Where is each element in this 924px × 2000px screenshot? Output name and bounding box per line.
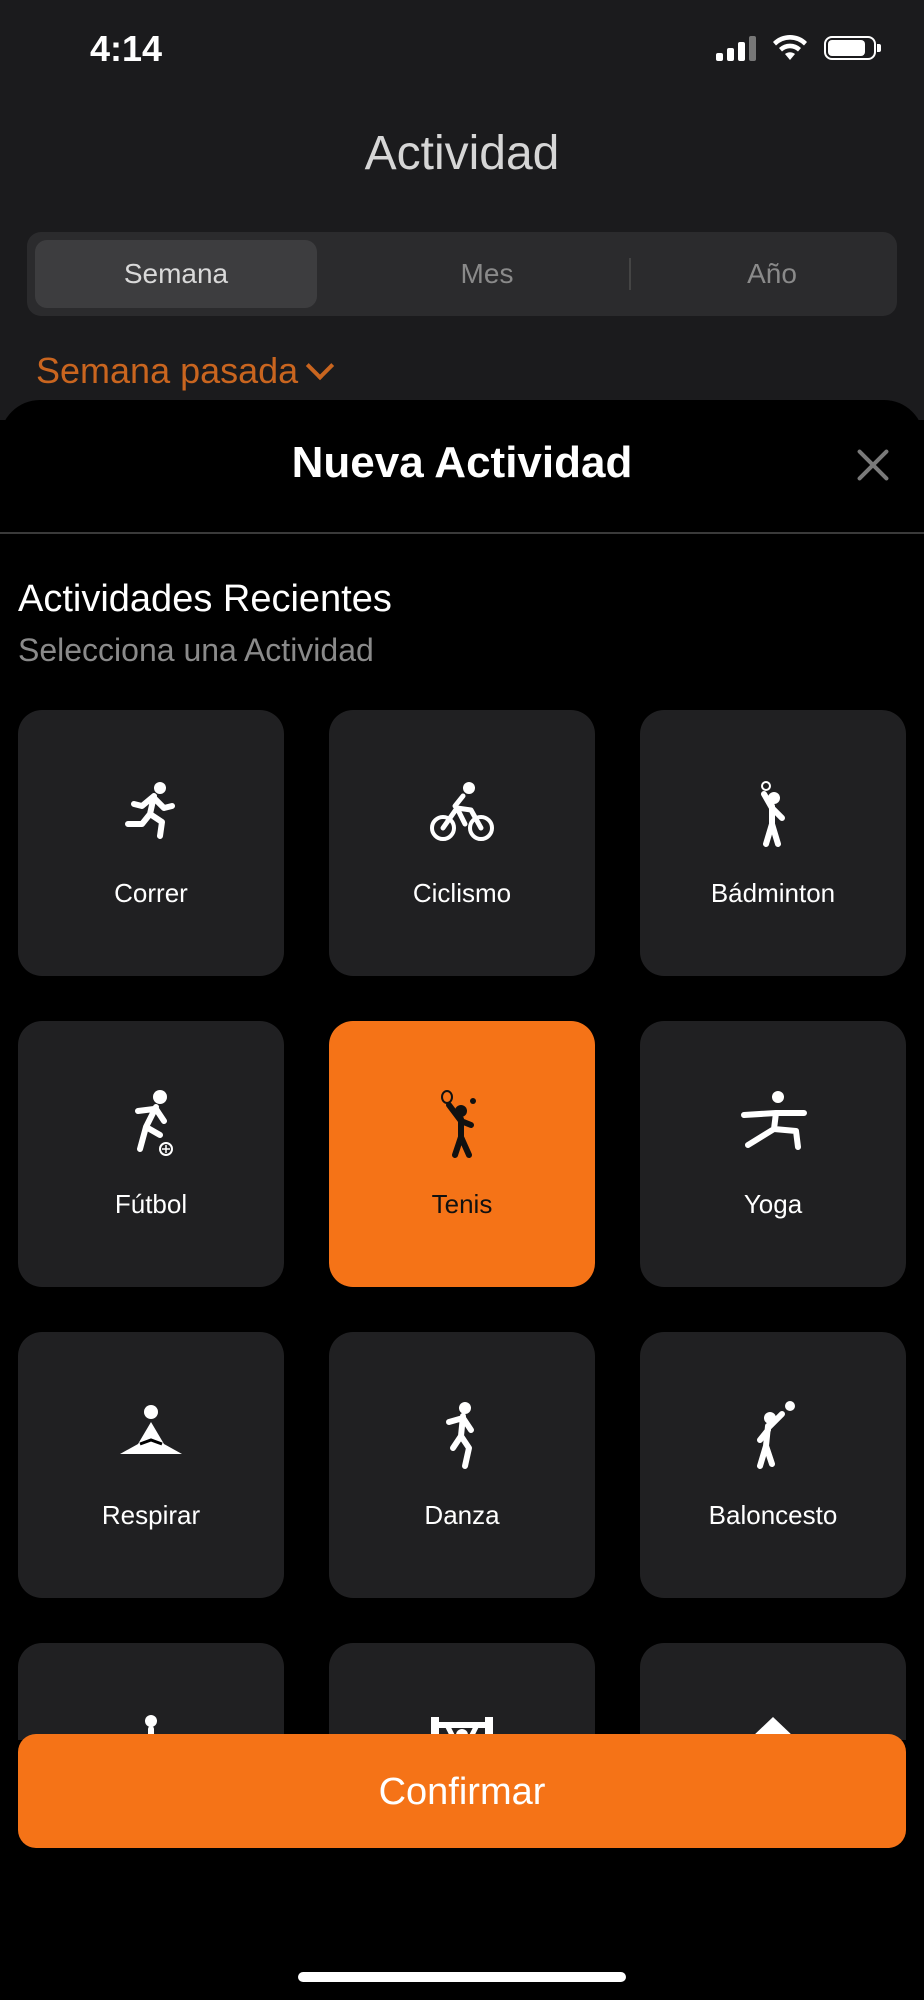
activity-tile-badminton[interactable]: Bádminton	[640, 710, 906, 976]
sheet-title: Nueva Actividad	[291, 438, 633, 487]
section-title: Actividades Recientes	[18, 578, 392, 620]
activity-tile-baloncesto[interactable]: Baloncesto	[640, 1332, 906, 1598]
period-segmented-control: Semana Mes Año	[27, 232, 897, 316]
activity-tile-partial-3[interactable]	[640, 1643, 906, 1740]
signal-icon	[716, 35, 756, 61]
tile-label: Ciclismo	[412, 878, 512, 908]
divider	[0, 532, 924, 534]
tennis-icon	[329, 1089, 595, 1159]
confirm-button[interactable]: Confirmar	[18, 1734, 906, 1848]
activity-tile-ciclismo[interactable]: Ciclismo	[329, 710, 595, 976]
status-icons	[716, 34, 881, 62]
tile-label: Yoga	[743, 1189, 803, 1219]
section-subtitle: Selecciona una Actividad	[18, 632, 374, 668]
segment-year[interactable]: Año	[631, 240, 913, 308]
activity-tile-partial-1[interactable]	[18, 1643, 284, 1740]
home-indicator	[298, 1972, 626, 1982]
status-time: 4:14	[90, 28, 163, 69]
activity-tile-respirar[interactable]: Respirar	[18, 1332, 284, 1598]
tile-label: Respirar	[101, 1500, 201, 1530]
soccer-icon	[18, 1089, 284, 1159]
segment-week[interactable]: Semana	[35, 240, 317, 308]
new-activity-sheet: Nueva Actividad Actividades Recientes Se…	[0, 400, 924, 2000]
tile-label: Tenis	[431, 1189, 493, 1219]
battery-icon	[824, 36, 881, 60]
badminton-icon	[640, 778, 906, 848]
tile-label: Baloncesto	[708, 1500, 838, 1530]
tile-label: Correr	[114, 878, 188, 908]
page-title: Actividad	[364, 127, 560, 180]
close-icon[interactable]	[850, 442, 896, 488]
background-screen: 4:14 Actividad Semana Mes Año Semana pas…	[0, 0, 924, 420]
dance-icon	[329, 1400, 595, 1470]
yoga-icon	[640, 1089, 906, 1159]
basketball-icon	[640, 1400, 906, 1470]
activity-grid: Correr Ciclismo Bádminton Fútbol Tenis Y…	[0, 710, 924, 1740]
running-icon	[18, 778, 284, 848]
cycling-icon	[329, 778, 595, 848]
activity-tile-futbol[interactable]: Fútbol	[18, 1021, 284, 1287]
activity-tile-partial-2[interactable]	[329, 1643, 595, 1740]
period-label: Semana pasada	[36, 350, 299, 391]
tile-label: Bádminton	[710, 878, 836, 908]
tile-label: Danza	[424, 1500, 500, 1530]
chevron-down-icon	[306, 351, 335, 381]
meditation-icon	[18, 1400, 284, 1470]
activity-tile-danza[interactable]: Danza	[329, 1332, 595, 1598]
status-bar: 4:14	[0, 0, 924, 100]
activity-tile-correr[interactable]: Correr	[18, 710, 284, 976]
segment-month[interactable]: Mes	[347, 240, 627, 308]
activity-tile-tenis[interactable]: Tenis	[329, 1021, 595, 1287]
wifi-icon	[773, 34, 807, 60]
tile-label: Fútbol	[114, 1189, 188, 1219]
period-dropdown[interactable]: Semana pasada	[36, 350, 335, 392]
activity-tile-yoga[interactable]: Yoga	[640, 1021, 906, 1287]
